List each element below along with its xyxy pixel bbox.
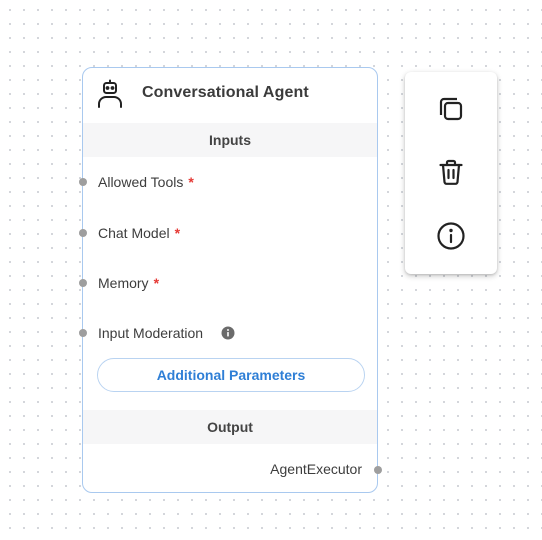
chat-model-input-handle[interactable] [79,229,87,237]
additional-parameters-button[interactable]: Additional Parameters [97,358,365,392]
param-label: Memory [98,275,149,291]
node-header: Conversational Agent [83,68,377,122]
conversational-agent-node[interactable]: Conversational Agent Inputs Allowed Tool… [79,67,382,493]
required-marker: * [174,225,181,241]
allowed-tools-input-handle[interactable] [79,178,87,186]
agent-executor-output-handle[interactable] [374,466,382,474]
param-chat-model: Chat Model * [98,223,180,243]
required-marker: * [153,275,160,291]
info-circle-icon[interactable] [433,218,469,254]
input-moderation-input-handle[interactable] [79,329,87,337]
output-label: AgentExecutor [270,461,362,477]
param-label: Input Moderation [98,325,204,341]
copy-icon[interactable] [433,91,469,127]
param-label: Allowed Tools [98,174,184,190]
robot-agent-icon [96,79,124,109]
param-input-moderation: Input Moderation [98,323,235,343]
memory-input-handle[interactable] [79,279,87,287]
trash-icon[interactable] [433,154,469,190]
inputs-section-header: Inputs [83,123,377,157]
param-memory: Memory * [98,273,159,293]
node-toolbar [405,72,497,274]
info-icon[interactable] [221,326,235,340]
output-section-header: Output [83,410,377,444]
required-marker: * [188,174,194,190]
node-title: Conversational Agent [142,84,309,101]
param-label: Chat Model [98,225,170,241]
param-allowed-tools: Allowed Tools * [98,172,194,192]
